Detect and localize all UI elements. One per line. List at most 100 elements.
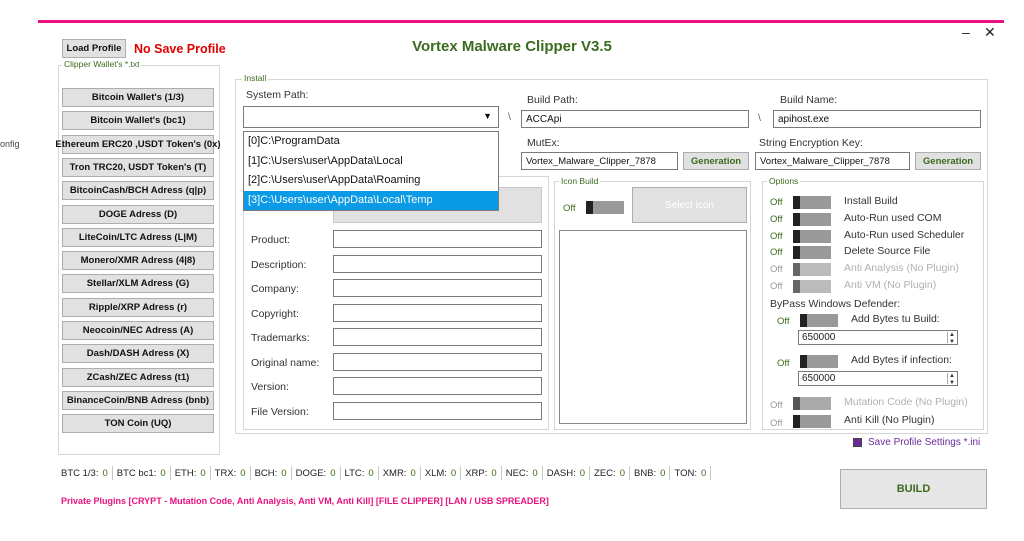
- status-value: 0: [102, 467, 108, 479]
- add-bytes-infection-stepper[interactable]: 650000 ▲ ▼: [798, 371, 958, 386]
- install-group-label: Install: [242, 73, 269, 83]
- option-state: Off: [770, 281, 783, 292]
- option-state: Off: [770, 197, 783, 208]
- add-bytes-build-label: Add Bytes tu Build:: [851, 313, 940, 325]
- wallet-button[interactable]: Bitcoin Wallet's (bc1): [62, 111, 214, 131]
- save-settings-checkbox[interactable]: [853, 438, 862, 447]
- status-value: 0: [160, 467, 166, 479]
- status-divider: [169, 466, 171, 480]
- mutex-label: MutEx:: [527, 137, 560, 149]
- status-value: 0: [660, 467, 666, 479]
- build-path-input[interactable]: ACCApi: [521, 110, 749, 128]
- mutation-state: Off: [770, 400, 783, 411]
- encryption-key-input[interactable]: Vortex_Malware_Clipper_7878: [755, 152, 910, 170]
- status-value: 0: [410, 467, 416, 479]
- build-name-input[interactable]: apihost.exe: [773, 110, 981, 128]
- status-key: DASH:: [546, 467, 576, 479]
- icon-build-label: Icon Build: [559, 176, 601, 186]
- load-profile-button[interactable]: Load Profile: [62, 39, 126, 58]
- status-divider: [710, 466, 712, 480]
- assembly-field-label: Copyright:: [251, 307, 299, 320]
- option-label: Anti Analysis (No Plugin): [844, 262, 959, 275]
- assembly-field-input[interactable]: [333, 328, 542, 346]
- stepper-arrows-icon[interactable]: ▲ ▼: [947, 332, 956, 345]
- option-label: Delete Source File: [844, 245, 931, 258]
- option-label: Install Build: [844, 195, 898, 207]
- assembly-field-input[interactable]: [333, 303, 542, 322]
- option-toggle[interactable]: [793, 229, 831, 243]
- status-divider: [669, 466, 671, 480]
- mutex-input[interactable]: Vortex_Malware_Clipper_7878: [521, 152, 678, 170]
- dropdown-option[interactable]: [2]C:\Users\user\AppData\Roaming: [244, 171, 498, 191]
- wallet-button[interactable]: Ripple/XRP Adress (r): [62, 297, 214, 317]
- wallet-button[interactable]: BitcoinCash/BCH Adress (q|p): [62, 181, 214, 201]
- wallet-button[interactable]: LiteCoin/LTC Adress (L|M): [62, 227, 214, 247]
- path-separator-2: \: [758, 112, 761, 124]
- dropdown-option[interactable]: [3]C:\Users\user\AppData\Local\Temp: [244, 190, 498, 210]
- status-value: 0: [368, 467, 374, 479]
- status-key: XLM:: [424, 467, 447, 479]
- add-bytes-build-stepper[interactable]: 650000 ▲ ▼: [798, 330, 958, 345]
- wallet-button[interactable]: Monero/XMR Adress (4|8): [62, 251, 214, 271]
- option-label: Anti VM (No Plugin): [844, 279, 937, 291]
- assembly-field-input[interactable]: [333, 254, 542, 273]
- wallet-button[interactable]: Ethereum ERC20 ,USDT Token's (0x): [55, 134, 221, 154]
- dropdown-option[interactable]: [1]C:\Users\user\AppData\Local: [244, 152, 498, 172]
- icon-build-toggle[interactable]: [586, 201, 624, 214]
- option-toggle[interactable]: [793, 196, 831, 209]
- no-save-profile-label: No Save Profile: [134, 42, 226, 56]
- system-path-select[interactable]: ▼: [243, 106, 499, 128]
- wallet-button[interactable]: BinanceCoin/BNB Adress (bnb): [62, 390, 214, 410]
- assembly-field-input[interactable]: [333, 352, 542, 371]
- status-key: TON:: [674, 467, 697, 479]
- build-button[interactable]: BUILD: [840, 469, 987, 509]
- option-toggle[interactable]: [793, 263, 831, 277]
- status-divider: [290, 466, 292, 480]
- private-plugins-text: Private Plugins [CRYPT - Mutation Code, …: [61, 496, 549, 506]
- dropdown-arrow-icon: ▼: [483, 111, 492, 121]
- status-divider: [500, 466, 502, 480]
- status-value: 0: [579, 467, 586, 479]
- assembly-field-label: Company:: [251, 283, 299, 295]
- status-key: BTC bc1:: [116, 467, 157, 479]
- options-label: Options: [767, 176, 801, 186]
- stepper-arrows-icon[interactable]: ▲ ▼: [947, 373, 956, 386]
- wallet-button[interactable]: Stellar/XLM Adress (G): [62, 274, 214, 294]
- select-icon-button[interactable]: Select icon: [632, 187, 747, 223]
- key-generation-button[interactable]: Generation: [915, 152, 981, 170]
- wallet-button[interactable]: Bitcoin Wallet's (1/3): [62, 88, 214, 107]
- assembly-field-label: Trademarks:: [251, 332, 310, 344]
- option-toggle[interactable]: [793, 212, 831, 226]
- add-bytes-build-toggle[interactable]: [800, 314, 838, 327]
- assembly-field-input[interactable]: [333, 230, 542, 248]
- mutex-generation-button[interactable]: Generation: [683, 152, 749, 170]
- wallet-button[interactable]: Dash/DASH Adress (X): [62, 344, 214, 364]
- dropdown-option[interactable]: [0]C:\ProgramData: [244, 132, 498, 152]
- clipper-wallets-label: Clipper Wallet's *.txt: [62, 59, 142, 69]
- assembly-field-label: Product:: [251, 234, 291, 246]
- option-toggle[interactable]: [793, 280, 831, 293]
- status-key: BCH:: [254, 467, 278, 479]
- bypass-defender-label: ByPass Windows Defender:: [770, 298, 901, 310]
- status-key: ETH:: [174, 467, 197, 479]
- clipped-side-text: onfig: [0, 139, 20, 149]
- wallet-button[interactable]: ZCash/ZEC Adress (t1): [62, 367, 214, 387]
- wallet-button[interactable]: TON Coin (UQ): [62, 414, 214, 434]
- option-toggle[interactable]: [793, 246, 831, 260]
- add-bytes-infection-toggle[interactable]: [800, 355, 838, 368]
- wallet-button[interactable]: DOGE Adress (D): [62, 204, 214, 224]
- wallet-button[interactable]: Tron TRC20, USDT Token's (T): [62, 157, 214, 177]
- status-key: LTC:: [344, 467, 365, 479]
- assembly-field-input[interactable]: [333, 377, 542, 395]
- assembly-field-input[interactable]: [333, 401, 542, 420]
- wallet-button[interactable]: Neocoin/NEC Adress (A): [62, 321, 214, 340]
- save-settings-label: Save Profile Settings *.ini: [868, 437, 981, 448]
- anti-kill-toggle[interactable]: [793, 415, 831, 428]
- icon-preview: [559, 230, 747, 424]
- status-key: DOGE:: [295, 467, 327, 479]
- add-bytes-infection-state: Off: [777, 358, 790, 369]
- add-bytes-build-value: 650000: [802, 332, 836, 343]
- assembly-field-input[interactable]: [333, 279, 542, 297]
- mutation-toggle[interactable]: [793, 397, 831, 410]
- assembly-field-label: File Version:: [251, 405, 309, 418]
